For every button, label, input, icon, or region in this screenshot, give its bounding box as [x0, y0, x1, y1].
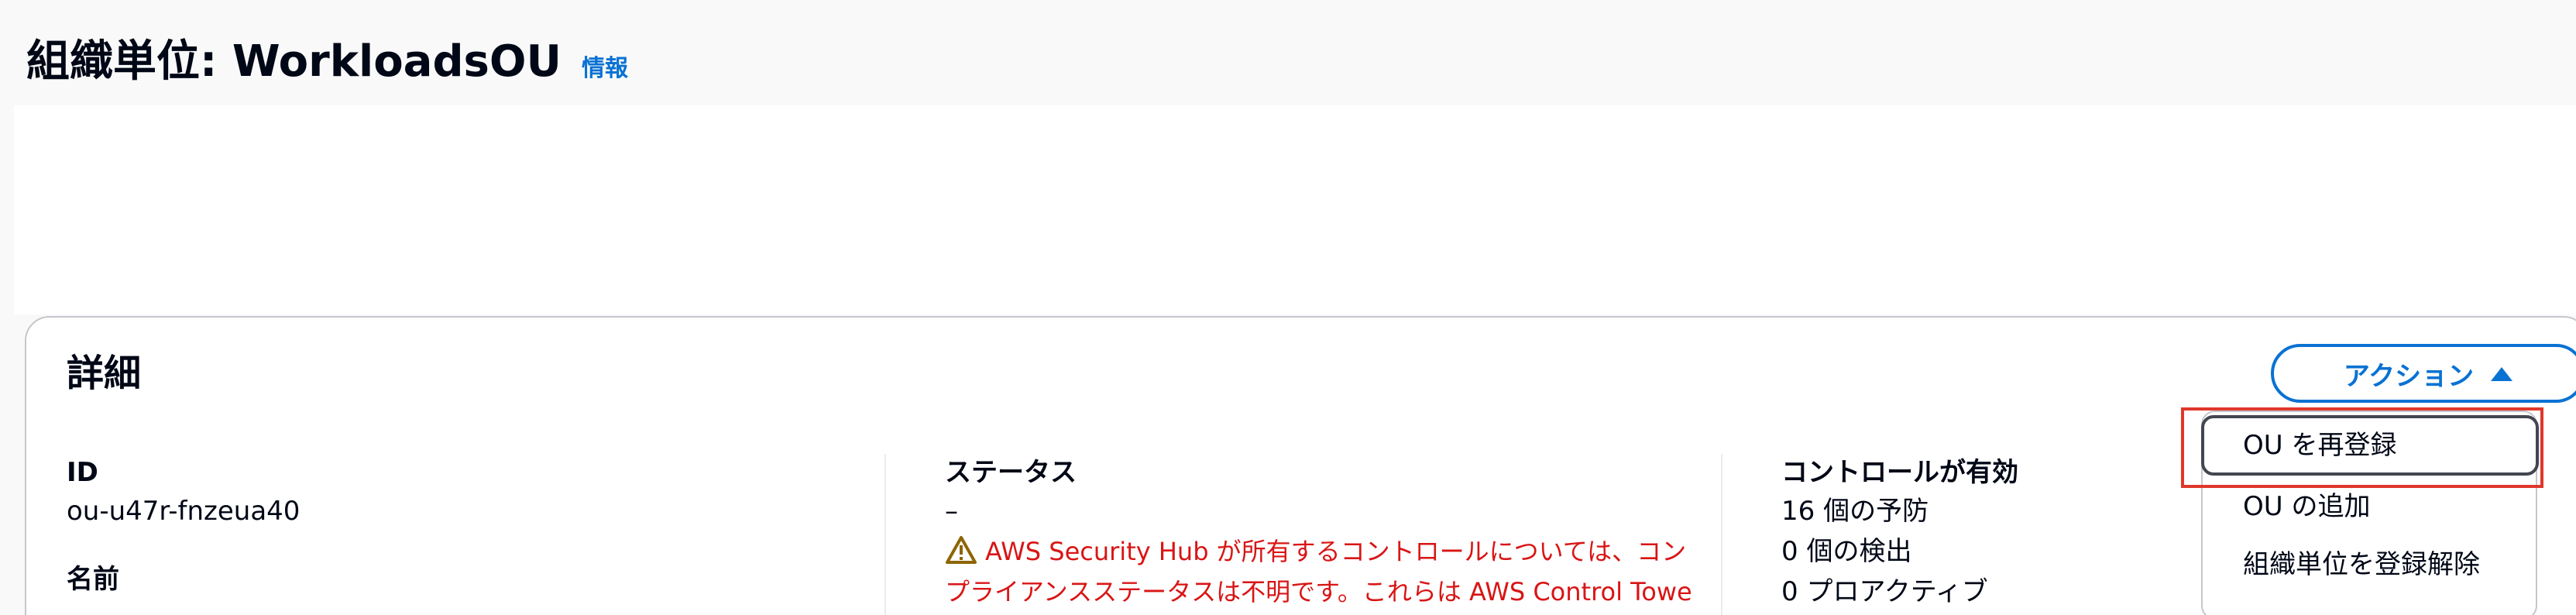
- details-column-controls: コントロールが有効 16 個の予防 0 個の検出 0 プロアクティブ: [1781, 454, 2018, 612]
- warning-triangle-icon: [946, 536, 977, 564]
- action-button-label: アクション: [2343, 360, 2475, 392]
- card-title: 詳細: [67, 352, 142, 395]
- title-row: 組織単位: WorkloadsOU 情報: [26, 31, 628, 93]
- warning-text-1: AWS Security Hub が所有するコントロールについては、コン: [985, 537, 1687, 566]
- controls-label: コントロールが有効: [1781, 457, 2018, 488]
- proactive-count: 0 プロアクティブ: [1781, 576, 1988, 607]
- preventive-count: 16 個の予防: [1781, 496, 1929, 527]
- page-title: 組織単位: WorkloadsOU: [26, 36, 562, 87]
- warning-text-2: プライアンスステータスは不明です。これらは AWS Control Towe: [945, 577, 1692, 606]
- column-divider: [1721, 454, 1722, 615]
- action-button[interactable]: アクション: [2271, 344, 2576, 403]
- detective-count: 0 個の検出: [1781, 536, 1912, 567]
- status-warning-line-1: AWS Security Hub が所有するコントロールについては、コン: [945, 531, 1692, 572]
- id-label: ID: [67, 457, 98, 488]
- menu-item-deregister-ou[interactable]: 組織単位を登録解除: [2243, 546, 2480, 583]
- status-label: ステータス: [945, 457, 1077, 488]
- column-divider: [884, 454, 886, 615]
- content-area: [14, 105, 2576, 314]
- details-column-identity: ID ou-u47r-fnzeua40 名前: [67, 454, 300, 598]
- annotation-highlight-box: [2181, 407, 2543, 488]
- details-column-status: ステータス – AWS Security Hub が所有するコントロールについて…: [945, 454, 1692, 612]
- menu-item-add-ou[interactable]: OU の追加: [2243, 488, 2370, 525]
- id-value: ou-u47r-fnzeua40: [67, 496, 301, 527]
- page: 組織単位: WorkloadsOU 情報 詳細 アクション ID ou-u47r…: [0, 0, 2576, 615]
- status-value: –: [945, 496, 958, 527]
- info-link[interactable]: 情報: [582, 53, 628, 84]
- caret-up-icon: [2491, 367, 2513, 381]
- name-label: 名前: [67, 564, 119, 595]
